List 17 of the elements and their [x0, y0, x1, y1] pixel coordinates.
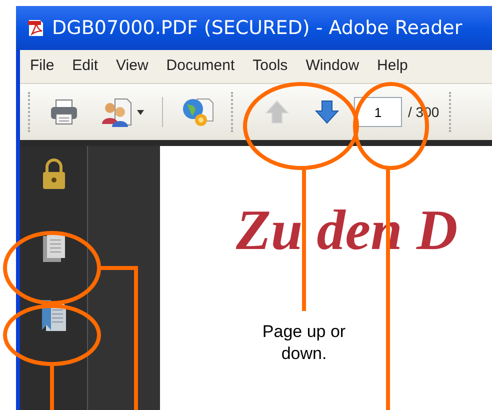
caret-icon[interactable] [137, 110, 144, 114]
print-icon[interactable] [49, 98, 79, 126]
page-number-field[interactable]: 1 [354, 97, 402, 127]
globe-icon[interactable] [181, 96, 215, 128]
annotation-text: Page up or down. [262, 321, 346, 365]
menu-item[interactable]: View [116, 55, 148, 78]
people-icon[interactable] [101, 97, 133, 127]
down-arrow-icon[interactable] [314, 99, 340, 125]
window-title: DGB07000.PDF (SECURED) - Adobe Reader [52, 16, 462, 41]
pdf-icon [26, 18, 46, 38]
menu-item[interactable]: File [30, 55, 54, 78]
menu-item[interactable]: Window [306, 55, 360, 78]
menu-item[interactable]: Tools [252, 55, 288, 78]
menu-item[interactable]: Edit [72, 55, 98, 78]
lock-icon[interactable] [40, 158, 66, 190]
menu-item[interactable]: Help [377, 55, 408, 78]
menu-item[interactable]: Document [166, 55, 235, 78]
